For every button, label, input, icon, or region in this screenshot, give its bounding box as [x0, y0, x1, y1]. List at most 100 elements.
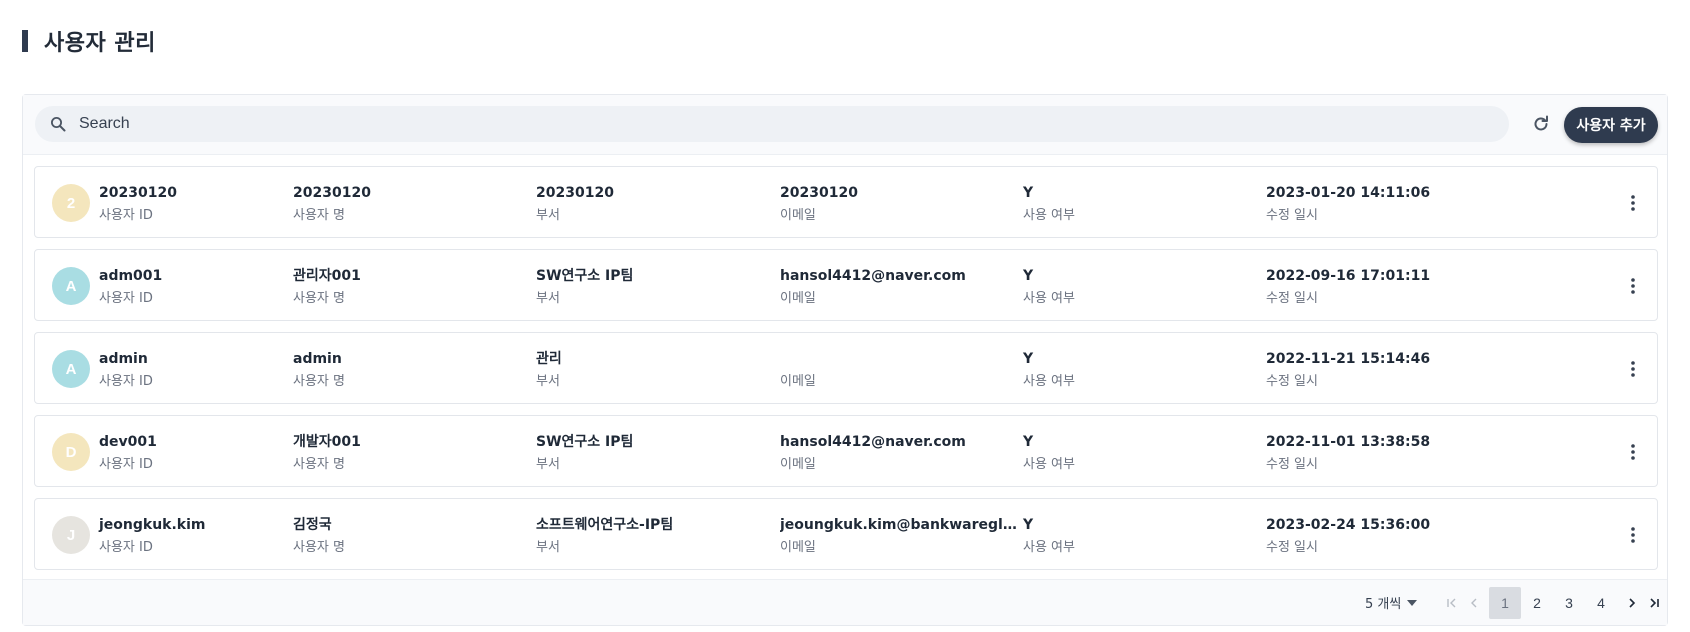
- user-id-label: 사용자 ID: [99, 374, 153, 389]
- avatar: D: [52, 433, 90, 471]
- toolbar: 사용자 추가: [23, 95, 1667, 155]
- dept-value: SW연구소 IP팀: [536, 268, 634, 284]
- email-label: 이메일: [780, 457, 816, 472]
- user-list-panel: 사용자 추가 220230120사용자 ID20230120사용자 명20230…: [22, 94, 1668, 626]
- title-accent-bar: [22, 30, 28, 52]
- user-name-field: 20230120 사용자 명: [293, 183, 371, 225]
- user-row[interactable]: 2 20230120 사용자 ID 20230120 사용자 명 20230120 부서 20…: [34, 166, 1658, 238]
- user-id-field: 20230120 사용자 ID: [99, 183, 177, 225]
- more-vertical-icon[interactable]: [1621, 191, 1645, 215]
- email-value: jeoungkuk.kim@bankwareglobal.com: [780, 517, 1020, 533]
- user-id-label: 사용자 ID: [99, 208, 153, 223]
- last-page-icon[interactable]: [1643, 587, 1665, 619]
- email-value: hansol4412@naver.com: [780, 268, 966, 284]
- refresh-icon[interactable]: [1529, 112, 1553, 136]
- dept-value: SW연구소 IP팀: [536, 434, 634, 450]
- email-label: 이메일: [780, 374, 816, 389]
- dept-value: 관리: [536, 351, 562, 367]
- next-page-icon[interactable]: [1621, 587, 1643, 619]
- user-id-label: 사용자 ID: [99, 291, 153, 306]
- modified-at-label: 수정 일시: [1266, 208, 1318, 223]
- email-value: 20230120: [780, 185, 858, 201]
- dept-field: SW연구소 IP팀부서: [536, 432, 633, 474]
- user-name-field: 김정국 사용자 명: [293, 515, 345, 557]
- page-header: 사용자 관리: [22, 28, 156, 56]
- first-page-icon[interactable]: [1441, 587, 1463, 619]
- page-size-label: 5 개씩: [1365, 597, 1402, 612]
- user-name-value: 20230120: [293, 185, 371, 201]
- search-box[interactable]: [35, 106, 1509, 142]
- page-number-button[interactable]: 2: [1521, 587, 1553, 619]
- modified-at-value: 2023-01-20 14:11:06: [1266, 185, 1431, 201]
- user-row[interactable]: Jjeongkuk.kim 사용자 ID 김정국 사용자 명 소프트웨어연구소-IP팀 부…: [34, 498, 1658, 570]
- dept-label: 부서: [536, 208, 560, 223]
- email-value: hansol4412@naver.com: [780, 434, 966, 450]
- user-id-label: 사용자 ID: [99, 457, 153, 472]
- dept-field: 소프트웨어연구소-IP팀 부서: [536, 515, 673, 557]
- modified-at-field: 2022-09-16 17:01:11 수정 일시: [1266, 266, 1430, 308]
- search-input[interactable]: [79, 115, 1479, 133]
- use-yn-field: Y 사용 여부: [1023, 349, 1075, 391]
- more-vertical-icon[interactable]: [1621, 523, 1645, 547]
- user-name-value: admin: [293, 351, 342, 367]
- prev-page-icon[interactable]: [1463, 587, 1485, 619]
- dept-label: 부서: [536, 540, 560, 555]
- email-field: 20230120 이메일: [780, 183, 858, 225]
- dept-label: 부서: [536, 457, 560, 472]
- use-yn-label: 사용 여부: [1023, 457, 1075, 472]
- email-value: [780, 349, 816, 369]
- user-row[interactable]: Ddev001 사용자 ID 개발자001 사용자 명 SW연구소 IP팀 부서 hanso…: [34, 415, 1658, 487]
- dept-label: 부서: [536, 374, 560, 389]
- page-title: 사용자 관리: [44, 31, 156, 56]
- use-yn-value: Y: [1023, 351, 1034, 367]
- use-yn-label: 사용 여부: [1023, 291, 1075, 306]
- email-label: 이메일: [780, 291, 816, 306]
- use-yn-field: Y 사용 여부: [1023, 515, 1075, 557]
- modified-at-field: 2022-11-01 13:38:58 수정 일시: [1266, 432, 1430, 474]
- user-name-label: 사용자 명: [293, 374, 345, 389]
- dept-label: 부서: [536, 291, 560, 306]
- user-name-field: admin 사용자 명: [293, 349, 345, 391]
- modified-at-value: 2023-02-24 15:36:00: [1266, 517, 1431, 533]
- email-label: 이메일: [780, 208, 816, 223]
- dept-value: 20230120: [536, 185, 614, 201]
- user-list: 2 20230120 사용자 ID 20230120 사용자 명 20230120 부서 20…: [34, 166, 1658, 581]
- email-field: hansol4412@naver.com 이메일: [780, 432, 966, 474]
- modified-at-label: 수정 일시: [1266, 457, 1318, 472]
- page-size-select[interactable]: 5 개씩: [1365, 593, 1418, 612]
- avatar: A: [52, 350, 90, 388]
- modified-at-field: 2022-11-21 15:14:46 수정 일시: [1266, 349, 1430, 391]
- user-id-label: 사용자 ID: [99, 540, 153, 555]
- dept-field: 관리부서: [536, 349, 562, 391]
- modified-at-field: 2023-02-24 15:36:00 수정 일시: [1266, 515, 1430, 557]
- caret-down-icon: [1407, 598, 1418, 608]
- use-yn-value: Y: [1023, 434, 1034, 450]
- user-id-value: 20230120: [99, 185, 177, 201]
- add-user-button[interactable]: 사용자 추가: [1564, 107, 1658, 143]
- user-name-label: 사용자 명: [293, 540, 345, 555]
- page-number-button[interactable]: 1: [1489, 587, 1521, 619]
- dept-field: SW연구소 IP팀부서: [536, 266, 633, 308]
- use-yn-field: Y 사용 여부: [1023, 183, 1075, 225]
- email-field: hansol4412@naver.com 이메일: [780, 266, 966, 308]
- page-number-button[interactable]: 4: [1585, 587, 1617, 619]
- more-vertical-icon[interactable]: [1621, 440, 1645, 464]
- modified-at-label: 수정 일시: [1266, 540, 1318, 555]
- user-row[interactable]: Aadm001 사용자 ID 관리자001 사용자 명 SW연구소 IP팀 부서 hanso…: [34, 249, 1658, 321]
- page-number-button[interactable]: 3: [1553, 587, 1585, 619]
- dept-field: 20230120 부서: [536, 183, 614, 225]
- page-numbers: 1234: [1489, 587, 1617, 619]
- user-row[interactable]: Aadmin 사용자 ID admin 사용자 명 관리 부서 이메일 Y 사용 여부 2022-…: [34, 332, 1658, 404]
- use-yn-label: 사용 여부: [1023, 208, 1075, 223]
- modified-at-label: 수정 일시: [1266, 291, 1318, 306]
- pager: 1234: [1441, 587, 1665, 619]
- use-yn-value: Y: [1023, 268, 1034, 284]
- search-icon: [49, 115, 67, 133]
- email-label: 이메일: [780, 540, 816, 555]
- more-vertical-icon[interactable]: [1621, 274, 1645, 298]
- user-id-value: jeongkuk.kim: [99, 517, 206, 533]
- user-id-value: dev001: [99, 434, 157, 450]
- avatar: J: [52, 516, 90, 554]
- use-yn-label: 사용 여부: [1023, 374, 1075, 389]
- more-vertical-icon[interactable]: [1621, 357, 1645, 381]
